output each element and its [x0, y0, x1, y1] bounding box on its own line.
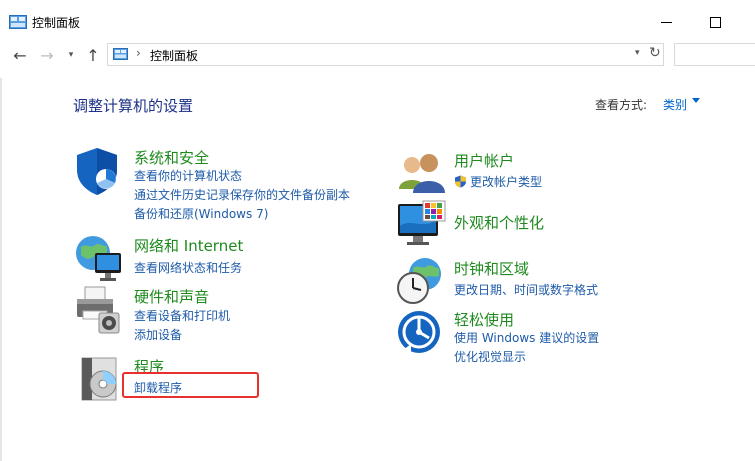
view-by-label: 查看方式:	[595, 98, 648, 112]
uac-shield-icon	[455, 175, 466, 188]
maximize-icon	[710, 17, 721, 28]
category-clock-region[interactable]: 时钟和区域	[454, 258, 529, 279]
display-palette-icon	[398, 200, 446, 245]
breadcrumb-separator-icon: ›	[136, 46, 141, 60]
minimize-icon	[661, 22, 672, 23]
back-button[interactable]: ←	[9, 44, 31, 66]
category-hardware-sound[interactable]: 硬件和声音	[134, 286, 209, 307]
up-button[interactable]: ↑	[82, 44, 104, 66]
forward-button[interactable]: →	[36, 44, 58, 66]
category-system-security[interactable]: 系统和安全	[134, 147, 209, 168]
control-panel-icon	[9, 15, 27, 29]
link-view-computer-status[interactable]: 查看你的计算机状态	[134, 167, 242, 184]
address-bar[interactable]: › 控制面板 ▾ ↻	[107, 43, 664, 66]
printer-icon	[77, 286, 120, 334]
title-bar	[0, 0, 755, 40]
minimize-button[interactable]	[647, 8, 687, 34]
arrow-left-icon: ←	[13, 45, 27, 65]
window-title: 控制面板	[32, 16, 81, 30]
link-optimize-visual-display[interactable]: 优化视觉显示	[454, 348, 526, 365]
link-devices-printers[interactable]: 查看设备和打印机	[134, 307, 230, 324]
left-pane-edge	[0, 78, 2, 461]
refresh-icon[interactable]: ↻	[649, 45, 661, 61]
category-user-accounts[interactable]: 用户帐户	[454, 150, 514, 171]
arrow-up-icon: ↑	[86, 45, 100, 65]
breadcrumb-item[interactable]: 控制面板	[150, 47, 198, 64]
link-add-device[interactable]: 添加设备	[134, 326, 182, 343]
highlight-annotation	[122, 372, 259, 398]
ease-of-access-icon	[398, 311, 440, 356]
link-recommended-settings[interactable]: 使用 Windows 建议的设置	[454, 329, 599, 346]
link-network-status[interactable]: 查看网络状态和任务	[134, 259, 242, 276]
shield-icon	[77, 148, 117, 195]
view-by-dropdown[interactable]: 类别	[663, 96, 687, 113]
control-panel-icon	[113, 48, 128, 60]
programs-disc-icon	[81, 357, 117, 401]
search-input[interactable]	[674, 43, 755, 66]
clock-globe-icon	[397, 258, 441, 304]
users-icon	[399, 154, 445, 193]
recent-locations-button[interactable]: ▾	[64, 44, 78, 66]
link-backup-restore[interactable]: 备份和还原(Windows 7)	[134, 205, 268, 222]
arrow-right-icon: →	[40, 45, 54, 65]
chevron-down-icon[interactable]: ▾	[635, 48, 640, 58]
link-label: 更改帐户类型	[470, 175, 543, 189]
page-title: 调整计算机的设置	[73, 97, 194, 115]
chevron-down-icon[interactable]	[692, 98, 700, 103]
link-file-history-backup[interactable]: 通过文件历史记录保存你的文件备份副本	[134, 186, 350, 203]
chevron-down-icon: ▾	[68, 50, 74, 60]
network-globe-icon	[76, 236, 121, 281]
maximize-button[interactable]	[695, 8, 735, 34]
category-ease-of-access[interactable]: 轻松使用	[454, 309, 514, 330]
category-appearance-personalization[interactable]: 外观和个性化	[454, 212, 544, 233]
category-network-internet[interactable]: 网络和 Internet	[134, 235, 243, 256]
link-change-account-type[interactable]: 更改帐户类型	[454, 173, 542, 190]
link-change-date-time-format[interactable]: 更改日期、时间或数字格式	[454, 281, 598, 298]
